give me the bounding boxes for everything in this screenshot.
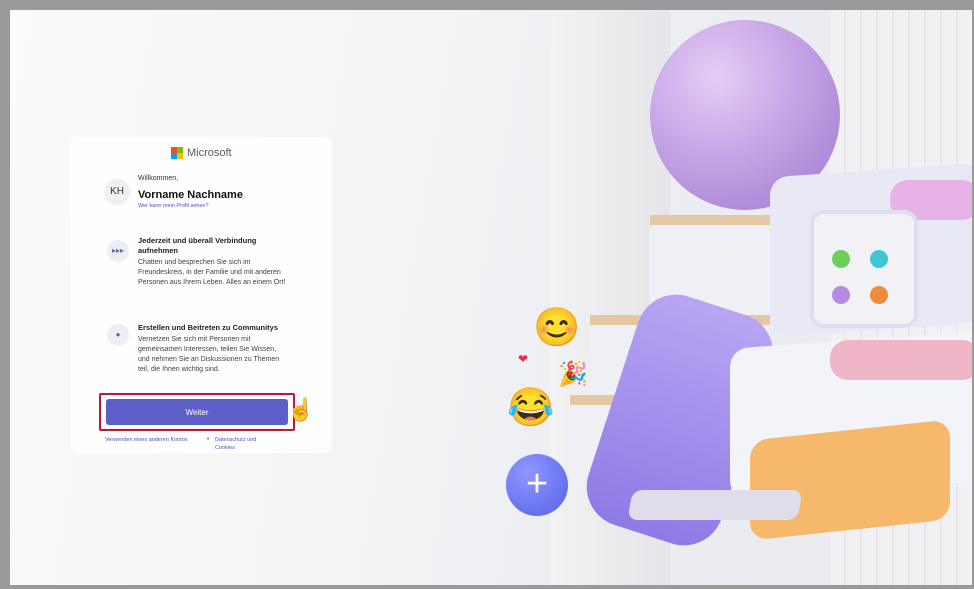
- microsoft-logo-icon: [171, 147, 183, 159]
- hand-cursor-icon: ☝: [287, 397, 315, 422]
- chat-bubble-icon: ▸▸▸: [107, 240, 129, 262]
- user-name: Vorname Nachname: [138, 189, 243, 201]
- heart-icon: ❤: [518, 352, 529, 366]
- feature-title: Erstellen und Beitreten zu Communitys: [138, 323, 279, 332]
- participant-dot: [832, 250, 850, 268]
- pink-bubble: [830, 340, 972, 380]
- teams-welcome-screen: + 😊 😂 ❤ 🎉 Microsoft KH Willkommen, Vorna…: [10, 10, 972, 585]
- video-call-panel: [810, 210, 918, 328]
- plus-icon: +: [506, 454, 568, 516]
- keyboard: [627, 490, 803, 520]
- continue-button-highlight: Weiter: [99, 393, 295, 431]
- feature-description: Chatten und besprechen Sie sich im Freun…: [138, 259, 286, 286]
- feature-description: Vernetzen Sie sich mit Personen mit geme…: [138, 336, 280, 373]
- welcome-text: Willkommen,: [138, 175, 179, 182]
- avatar: KH: [104, 179, 130, 205]
- feature-title: Jederzeit und überall Verbindung aufnehm…: [138, 236, 257, 255]
- participant-dot: [870, 286, 888, 304]
- party-popper-icon: 🎉: [558, 361, 588, 388]
- chat-ribbon-orange: [750, 419, 950, 541]
- community-people-icon: ●: [107, 324, 129, 346]
- separator-dot: •: [207, 437, 210, 443]
- privacy-cookies-link[interactable]: Datenschutz und Cookies: [215, 436, 275, 452]
- continue-button[interactable]: Weiter: [106, 399, 288, 425]
- brand-name: Microsoft: [187, 147, 232, 159]
- laughing-emoji-icon: 😂: [507, 387, 555, 429]
- smiling-emoji-icon: 😊: [533, 307, 581, 349]
- participant-dot: [832, 286, 850, 304]
- microsoft-logo: Microsoft: [171, 147, 232, 159]
- use-other-account-link[interactable]: Verwenden eines anderen Kontos: [105, 436, 195, 444]
- profile-visibility-link[interactable]: Wer kann mein Profil sehen?: [138, 203, 209, 209]
- participant-dot: [870, 250, 888, 268]
